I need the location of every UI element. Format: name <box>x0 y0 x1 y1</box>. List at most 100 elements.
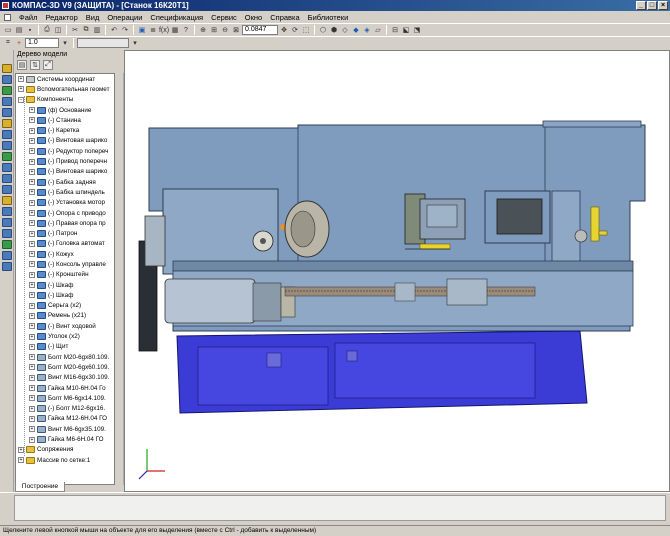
tree-item[interactable]: + (-) Бабка задняя <box>16 177 114 187</box>
expand-icon[interactable]: + <box>29 179 35 186</box>
sketch-icon[interactable] <box>1 75 12 84</box>
pan-icon[interactable]: ✥ <box>279 25 289 35</box>
expand-icon[interactable]: + <box>29 271 35 278</box>
hole-icon[interactable] <box>1 141 12 150</box>
menu-view[interactable]: Вид <box>82 13 104 22</box>
expand-icon[interactable]: + <box>18 446 24 453</box>
expand-icon[interactable]: + <box>29 261 35 268</box>
expand-icon[interactable]: + <box>29 148 35 155</box>
expand-icon[interactable]: + <box>29 385 35 392</box>
expand-icon[interactable]: + <box>29 117 35 124</box>
measure-icon[interactable] <box>1 196 12 205</box>
tree-item[interactable]: + (-) Шкаф <box>16 290 114 300</box>
tree-item[interactable]: + Винт М6-6gx35.109. <box>16 424 114 434</box>
zoom-all-icon[interactable]: ⊠ <box>231 25 241 35</box>
perspective-icon[interactable]: ▱ <box>373 25 383 35</box>
motor[interactable] <box>164 278 296 324</box>
expand-icon[interactable]: + <box>29 395 35 402</box>
expand-icon[interactable]: + <box>29 323 35 330</box>
rotate-operation-icon[interactable] <box>1 97 12 106</box>
expand-icon[interactable]: + <box>29 137 35 144</box>
plane-icon[interactable] <box>1 174 12 183</box>
menu-specification[interactable]: Спецификация <box>146 13 207 22</box>
tree-item[interactable]: + (-) Установка мотор <box>16 198 114 208</box>
tree-expand-icon[interactable]: ⤢ <box>43 60 53 70</box>
expand-icon[interactable]: + <box>29 302 35 309</box>
expand-icon[interactable]: + <box>18 76 24 83</box>
tree-item[interactable]: + (-) Консоль управле <box>16 259 114 269</box>
tree-item[interactable]: + Гайка М12-6Н.04 ГО <box>16 414 114 424</box>
new-file-icon[interactable]: ▭ <box>3 25 13 35</box>
expand-icon[interactable]: + <box>29 405 35 412</box>
expand-icon[interactable]: + <box>29 292 35 299</box>
chamfer-icon[interactable] <box>1 130 12 139</box>
tree-item[interactable]: + (-) Болт М12-6gx16. <box>16 404 114 414</box>
shaded-icon[interactable]: ◆ <box>351 25 361 35</box>
tree-item[interactable]: + Сопряжения <box>16 445 114 455</box>
expand-icon[interactable]: + <box>29 220 35 227</box>
dropdown-icon[interactable]: ▾ <box>130 38 140 48</box>
tree-view-icon[interactable]: ▤ <box>17 60 27 70</box>
menu-libraries[interactable]: Библиотеки <box>304 13 353 22</box>
dropdown-icon[interactable]: ▾ <box>60 38 70 48</box>
print-icon[interactable]: ⎙ <box>42 25 52 35</box>
paste-icon[interactable]: ▥ <box>92 25 102 35</box>
zoom-window-icon[interactable]: ⊞ <box>209 25 219 35</box>
preview-icon[interactable]: ◫ <box>53 25 63 35</box>
close-button[interactable]: × <box>658 1 668 10</box>
base-cabinet[interactable] <box>176 330 588 414</box>
expand-icon[interactable]: + <box>29 426 35 433</box>
cut-icon[interactable]: ✂ <box>70 25 80 35</box>
expand-icon[interactable]: − <box>18 96 24 103</box>
variables-icon[interactable]: f(x) <box>159 25 169 35</box>
tree-item[interactable]: + (-) Привод поперечн <box>16 156 114 166</box>
open-file-icon[interactable]: ▤ <box>14 25 24 35</box>
tree-item[interactable]: + (-) Винт ходовой <box>16 321 114 331</box>
shaded-edges-icon[interactable]: ◈ <box>362 25 372 35</box>
component-icon[interactable] <box>1 218 12 227</box>
assembly-icon[interactable]: ⬔ <box>412 25 422 35</box>
lathe-model-render[interactable] <box>125 51 670 492</box>
tree-item[interactable]: + Болт М20-6gx60.109. <box>16 362 114 372</box>
tree-item[interactable]: + Винт М16-6gx30.109. <box>16 373 114 383</box>
tab-construction[interactable]: Построение <box>15 482 65 492</box>
tree-item[interactable]: + Гайка М10-6Н.04 Го <box>16 383 114 393</box>
snap-icon[interactable]: ⌗ <box>3 38 13 48</box>
menu-editor[interactable]: Редактор <box>41 13 81 22</box>
move-component-icon[interactable] <box>1 240 12 249</box>
zoom-input[interactable]: 0.0847 <box>242 25 278 35</box>
expand-icon[interactable]: + <box>29 189 35 196</box>
menu-operations[interactable]: Операции <box>103 13 146 22</box>
tree-item[interactable]: + (-) Станина <box>16 115 114 125</box>
tree-item[interactable]: + (-) Правая опора пр <box>16 218 114 228</box>
model-viewport[interactable] <box>124 50 670 492</box>
tree-item[interactable]: + Ремень (x21) <box>16 311 114 321</box>
mirror-icon[interactable] <box>1 163 12 172</box>
hidden-lines-icon[interactable]: ⬢ <box>329 25 339 35</box>
help-icon[interactable]: ? <box>181 25 191 35</box>
expand-icon[interactable]: + <box>29 343 35 350</box>
expand-icon[interactable]: + <box>29 374 35 381</box>
manager-icon[interactable]: ▣ <box>137 25 147 35</box>
model-tree[interactable]: + Системы координат + Вспомогательная геоме… <box>15 73 115 485</box>
expand-icon[interactable]: + <box>29 230 35 237</box>
library-icon[interactable]: ▦ <box>170 25 180 35</box>
mate-icon[interactable] <box>1 207 12 216</box>
expand-icon[interactable]: + <box>29 240 35 247</box>
axis-icon[interactable] <box>1 185 12 194</box>
tree-item[interactable]: + Массив по сетке:1 <box>16 455 114 465</box>
zoom-out-icon[interactable]: ⊖ <box>220 25 230 35</box>
menu-help[interactable]: Справка <box>266 13 303 22</box>
tree-item[interactable]: + Системы координат <box>16 74 114 84</box>
expand-icon[interactable]: + <box>29 158 35 165</box>
tree-item[interactable]: + Уголок (x2) <box>16 331 114 341</box>
tree-item[interactable]: + (-) Винтовая шарико <box>16 167 114 177</box>
menu-file[interactable]: Файл <box>15 13 41 22</box>
properties-bar[interactable] <box>14 495 666 521</box>
expand-icon[interactable]: + <box>29 354 35 361</box>
expand-icon[interactable]: + <box>29 168 35 175</box>
expand-icon[interactable]: + <box>29 251 35 258</box>
expand-icon[interactable]: + <box>18 457 24 464</box>
edit-part-icon[interactable] <box>1 64 12 73</box>
tree-item[interactable]: + Болт М6-6gx14.109. <box>16 393 114 403</box>
